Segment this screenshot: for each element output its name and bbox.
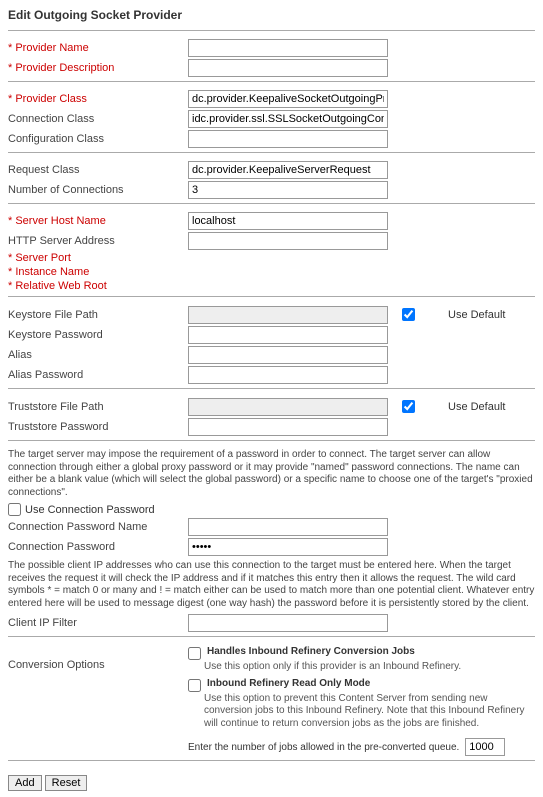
server-host-name-input[interactable] (188, 212, 388, 230)
client-ip-filter-input[interactable] (188, 614, 388, 632)
keystore-password-label: Keystore Password (8, 329, 188, 341)
request-class-input[interactable] (188, 161, 388, 179)
add-button[interactable]: Add (8, 775, 42, 791)
keystore-use-default-label: Use Default (428, 309, 505, 321)
refinery-read-only-label: Inbound Refinery Read Only Mode (207, 678, 370, 689)
provider-description-input[interactable] (188, 59, 388, 77)
refinery-read-only-checkbox[interactable] (188, 679, 201, 692)
truststore-password-input[interactable] (188, 418, 388, 436)
divider (8, 30, 535, 31)
alias-password-input[interactable] (188, 366, 388, 384)
provider-description-label: * Provider Description (8, 62, 188, 74)
divider (8, 636, 535, 637)
truststore-file-path-input[interactable] (188, 398, 388, 416)
keystore-password-input[interactable] (188, 326, 388, 344)
http-server-address-input[interactable] (188, 232, 388, 250)
conversion-options-label: Conversion Options (8, 645, 188, 671)
use-connection-password-label: Use Connection Password (25, 504, 155, 516)
relative-web-root-label: * Relative Web Root (8, 280, 188, 292)
password-note: The target server may impose the require… (8, 449, 535, 499)
configuration-class-input[interactable] (188, 130, 388, 148)
provider-name-label: * Provider Name (8, 42, 188, 54)
provider-name-input[interactable] (188, 39, 388, 57)
instance-name-label: * Instance Name (8, 266, 188, 278)
truststore-file-path-label: Truststore File Path (8, 401, 188, 413)
divider (8, 296, 535, 297)
number-of-connections-label: Number of Connections (8, 184, 188, 196)
use-connection-password-checkbox[interactable] (8, 503, 21, 516)
provider-class-input[interactable] (188, 90, 388, 108)
jobs-quota-label: Enter the number of jobs allowed in the … (188, 742, 459, 753)
number-of-connections-input[interactable] (188, 181, 388, 199)
divider (8, 152, 535, 153)
server-port-label: * Server Port (8, 252, 188, 264)
connection-password-name-label: Connection Password Name (8, 521, 188, 533)
truststore-use-default-checkbox[interactable] (402, 400, 415, 413)
configuration-class-label: Configuration Class (8, 133, 188, 145)
truststore-use-default-label: Use Default (428, 401, 505, 413)
http-server-address-label: HTTP Server Address (8, 235, 188, 247)
request-class-label: Request Class (8, 164, 188, 176)
connection-class-label: Connection Class (8, 113, 188, 125)
connection-password-label: Connection Password (8, 541, 188, 553)
client-ip-filter-label: Client IP Filter (8, 617, 188, 629)
truststore-password-label: Truststore Password (8, 421, 188, 433)
alias-password-label: Alias Password (8, 369, 188, 381)
divider (8, 440, 535, 441)
connection-password-input[interactable] (188, 538, 388, 556)
handles-conversion-jobs-checkbox[interactable] (188, 647, 201, 660)
divider (8, 388, 535, 389)
alias-label: Alias (8, 349, 188, 361)
connection-password-name-input[interactable] (188, 518, 388, 536)
keystore-file-path-label: Keystore File Path (8, 309, 188, 321)
reset-button[interactable]: Reset (45, 775, 88, 791)
keystore-file-path-input[interactable] (188, 306, 388, 324)
divider (8, 203, 535, 204)
jobs-quota-input[interactable] (465, 738, 505, 756)
server-host-name-label: * Server Host Name (8, 215, 188, 227)
connection-class-input[interactable] (188, 110, 388, 128)
alias-input[interactable] (188, 346, 388, 364)
divider (8, 760, 535, 761)
refinery-read-only-sub: Use this option to prevent this Content … (204, 693, 535, 731)
page-title: Edit Outgoing Socket Provider (8, 6, 535, 26)
provider-class-label: * Provider Class (8, 93, 188, 105)
keystore-use-default-checkbox[interactable] (402, 308, 415, 321)
divider (8, 81, 535, 82)
handles-conversion-jobs-label: Handles Inbound Refinery Conversion Jobs (207, 646, 415, 657)
handles-conversion-jobs-sub: Use this option only if this provider is… (204, 661, 535, 674)
